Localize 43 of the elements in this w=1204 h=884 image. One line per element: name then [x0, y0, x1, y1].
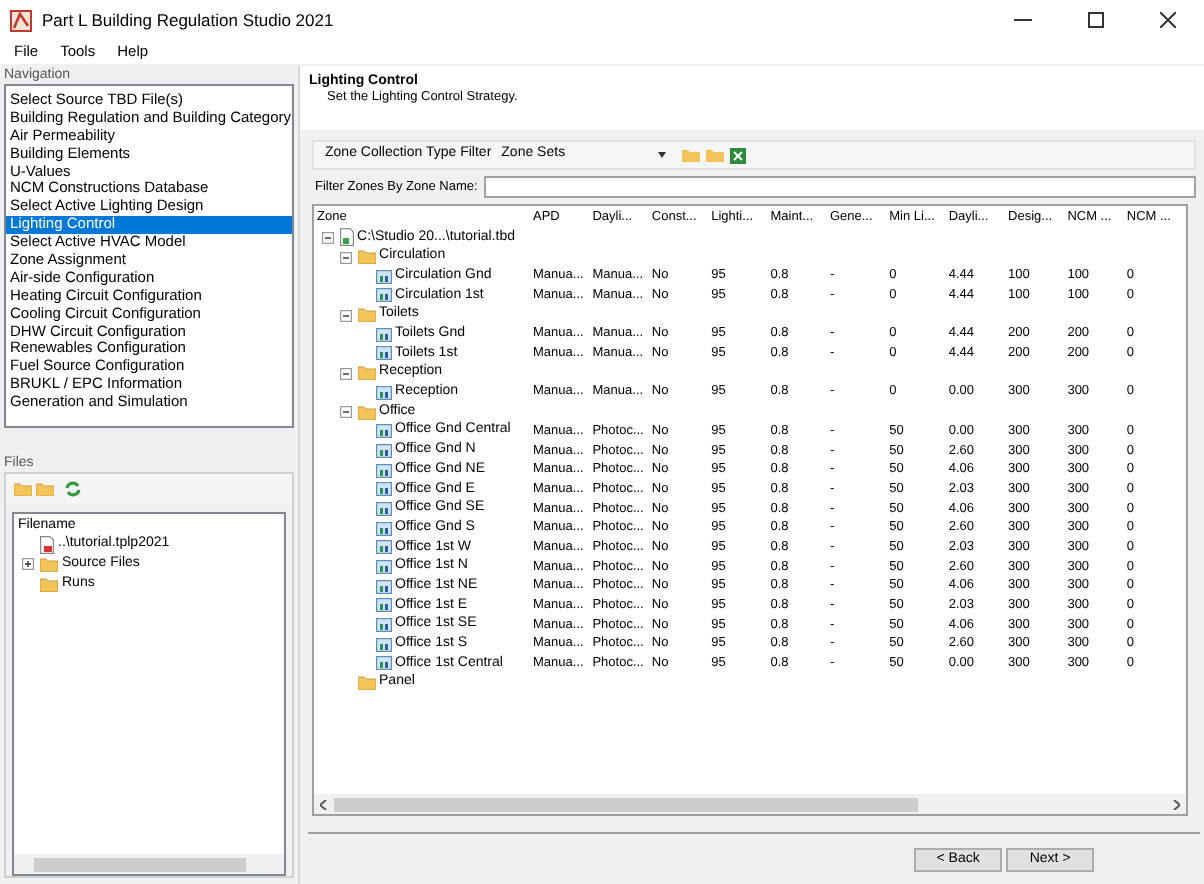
maximize-icon[interactable]: [1088, 12, 1104, 28]
folder-icon: [357, 405, 376, 420]
collapse-icon[interactable]: [339, 309, 352, 322]
document-icon: [40, 535, 54, 553]
folder-icon: [357, 676, 376, 691]
collapse-icon[interactable]: [339, 251, 352, 264]
zone-icon: [375, 327, 392, 342]
horizontal-scrollbar[interactable]: [313, 794, 1187, 814]
document-icon: [339, 228, 354, 247]
zone-icon: [375, 540, 392, 555]
zone-icon: [375, 560, 392, 575]
zone-icon: [375, 656, 392, 671]
window-title: Part L Building Regulation Studio 2021: [42, 7, 334, 33]
folder-icon: [357, 250, 376, 265]
close-icon[interactable]: [1160, 12, 1176, 28]
collapse-icon[interactable]: [339, 367, 352, 380]
zone-icon: [375, 637, 392, 652]
collapse-icon[interactable]: [339, 406, 352, 419]
scroll-right-icon[interactable]: [1172, 799, 1181, 809]
scroll-left-icon[interactable]: [319, 799, 328, 809]
folder-icon: [357, 308, 376, 323]
app-icon: [10, 9, 32, 31]
spreadsheet-icon[interactable]: [729, 147, 746, 163]
zone-icon: [375, 346, 392, 361]
zone-icon: [375, 269, 392, 284]
zone-icon: [375, 521, 392, 536]
expand-icon[interactable]: [22, 558, 34, 570]
zone-icon: [375, 482, 392, 497]
horizontal-scrollbar[interactable]: [14, 854, 284, 874]
zone-icon: [375, 443, 392, 458]
zone-icon: [375, 618, 392, 633]
zone-icon: [375, 598, 392, 613]
zone-icon: [375, 463, 392, 478]
zone-icon: [375, 501, 392, 516]
zone-name-field[interactable]: [483, 176, 1197, 198]
collapse-icon[interactable]: [321, 231, 334, 244]
zone-icon: [375, 424, 392, 439]
zone-icon: [375, 579, 392, 594]
zone-icon: [375, 385, 392, 400]
caret-icon: [657, 152, 666, 158]
zone-icon: [375, 288, 392, 303]
refresh-icon[interactable]: [64, 480, 82, 498]
folder-icon: [357, 366, 376, 381]
